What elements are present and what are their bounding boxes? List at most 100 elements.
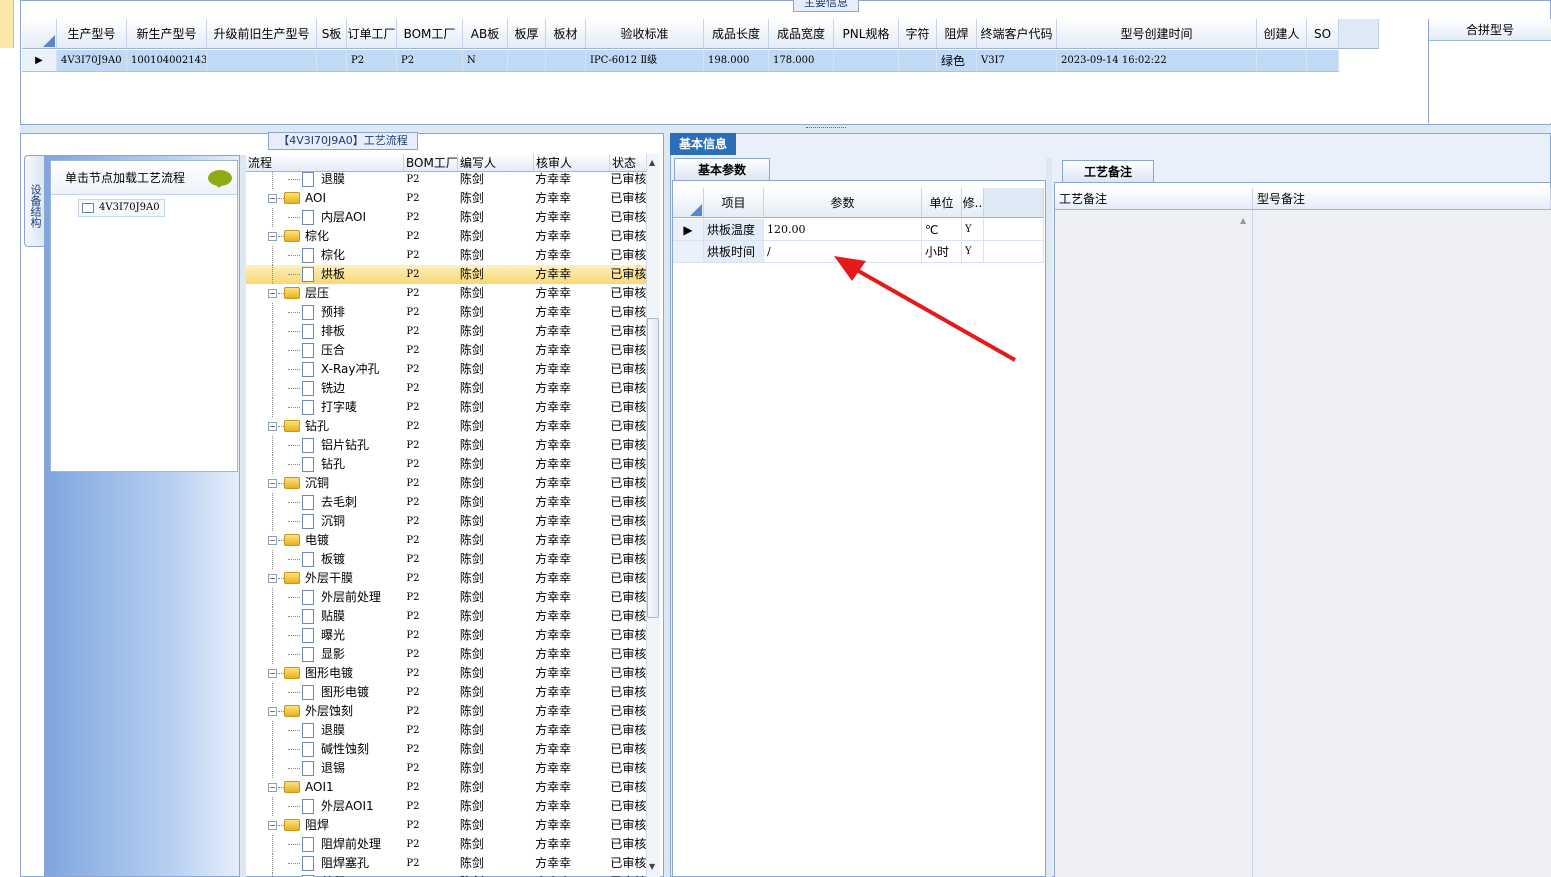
tab-process-notes[interactable]: 工艺备注 <box>1062 160 1154 182</box>
flow-row[interactable]: 退膜 P2 陈剑 方幸幸 已审核 <box>246 172 646 189</box>
column-header-15[interactable]: 终端客户代码 <box>977 19 1057 48</box>
flow-row[interactable]: 去毛刺 P2 陈剑 方幸幸 已审核 <box>246 493 646 512</box>
flow-row[interactable]: 烘板 P2 陈剑 方幸幸 已审核 <box>246 265 646 284</box>
column-header-1[interactable]: 新生产型号 <box>127 19 207 48</box>
flow-row[interactable]: − 层压 P2 陈剑 方幸幸 已审核 <box>246 284 646 303</box>
flow-row[interactable]: 板镀 P2 陈剑 方幸幸 已审核 <box>246 550 646 569</box>
flow-column-header-2[interactable]: 编写人 <box>458 154 534 171</box>
column-header-14[interactable]: 阻焊 <box>937 19 977 48</box>
flow-row[interactable]: − 电镀 P2 陈剑 方幸幸 已审核 <box>246 531 646 550</box>
flow-row[interactable]: 外层AOI1 P2 陈剑 方幸幸 已审核 <box>246 797 646 816</box>
cell-16[interactable]: 2023-09-14 16:02:22 <box>1057 50 1257 71</box>
param-column-header-3[interactable]: 修.. <box>962 188 984 217</box>
flow-row[interactable]: − 钻孔 P2 陈剑 方幸幸 已审核 <box>246 417 646 436</box>
flow-column-header-0[interactable]: 流程 <box>246 154 404 171</box>
column-header-2[interactable]: 升级前旧生产型号 <box>207 19 317 48</box>
column-header-18[interactable]: SO <box>1307 19 1339 48</box>
collapse-icon[interactable]: − <box>268 783 277 792</box>
flow-row[interactable]: 排板 P2 陈剑 方幸幸 已审核 <box>246 322 646 341</box>
cell-2[interactable] <box>207 50 317 71</box>
flow-row[interactable]: 压合 P2 陈剑 方幸幸 已审核 <box>246 341 646 360</box>
collapse-icon[interactable]: − <box>268 821 277 830</box>
collapse-icon[interactable]: − <box>268 479 277 488</box>
horizontal-splitter[interactable] <box>20 125 1551 133</box>
cell-5[interactable]: P2 <box>397 50 463 71</box>
collapse-icon[interactable]: − <box>268 669 277 678</box>
column-header-3[interactable]: S板 <box>317 19 347 48</box>
flow-row[interactable]: − 外层干膜 P2 陈剑 方幸幸 已审核 <box>246 569 646 588</box>
flow-row[interactable]: − 棕化 P2 陈剑 方幸幸 已审核 <box>246 227 646 246</box>
flow-row[interactable]: 预排 P2 陈剑 方幸幸 已审核 <box>246 303 646 322</box>
flow-row[interactable]: 打字唛 P2 陈剑 方幸幸 已审核 <box>246 398 646 417</box>
tab-device-structure[interactable]: 设备结构 <box>24 155 44 247</box>
flow-row[interactable]: 沉铜 P2 陈剑 方幸幸 已审核 <box>246 512 646 531</box>
flow-column-header-1[interactable]: BOM工厂 <box>404 154 458 171</box>
flow-row[interactable]: 阻焊前处理 P2 陈剑 方幸幸 已审核 <box>246 835 646 854</box>
notes-scroll-up-icon[interactable]: ▲ <box>1240 216 1246 225</box>
cell-17[interactable] <box>1257 50 1307 71</box>
column-header-16[interactable]: 型号创建时间 <box>1057 19 1257 48</box>
cell-0[interactable]: 4V3I70J9A0 <box>57 50 127 71</box>
cell-8[interactable] <box>546 50 586 71</box>
cell-12[interactable] <box>834 50 899 71</box>
flow-row[interactable]: 退膜 P2 陈剑 方幸幸 已审核 <box>246 721 646 740</box>
scroll-up-icon[interactable]: ▲ <box>649 158 655 167</box>
model-notes-column[interactable] <box>1253 210 1551 877</box>
column-header-4[interactable]: 订单工厂 <box>347 19 397 48</box>
column-header-11[interactable]: 成品宽度 <box>769 19 834 48</box>
cell-9[interactable]: IPC-6012 Ⅱ级 <box>586 50 704 71</box>
flow-row[interactable]: 丝印 P2陈剑方幸幸已审核 <box>246 873 646 877</box>
collapse-icon[interactable]: − <box>268 422 277 431</box>
column-header-0[interactable]: 生产型号 <box>57 19 127 48</box>
flow-row[interactable]: 贴膜 P2 陈剑 方幸幸 已审核 <box>246 607 646 626</box>
param-column-header-1[interactable]: 参数 <box>764 188 922 217</box>
flow-row[interactable]: 外层前处理 P2 陈剑 方幸幸 已审核 <box>246 588 646 607</box>
cell-10[interactable]: 198.000 <box>704 50 769 71</box>
param-column-header-0[interactable]: 项目 <box>704 188 764 217</box>
column-header-7[interactable]: 板厚 <box>508 19 546 48</box>
collapse-icon[interactable]: − <box>268 194 277 203</box>
main-grid-row-selected[interactable]: ▶4V3I70J9A010010400214355P2P2NIPC-6012 Ⅱ… <box>22 50 1339 72</box>
flow-row[interactable]: 图形电镀 P2 陈剑 方幸幸 已审核 <box>246 683 646 702</box>
flow-row[interactable]: 棕化 P2 陈剑 方幸幸 已审核 <box>246 246 646 265</box>
param-value-cell[interactable]: 120.00 <box>764 219 922 240</box>
scroll-down-icon[interactable]: ▼ <box>649 862 655 871</box>
column-header-8[interactable]: 板材 <box>546 19 586 48</box>
vertical-splitter-right[interactable] <box>1046 158 1052 877</box>
flow-row[interactable]: 铣边 P2 陈剑 方幸幸 已审核 <box>246 379 646 398</box>
column-header-13[interactable]: 字符 <box>899 19 937 48</box>
cell-13[interactable] <box>899 50 937 71</box>
column-header-10[interactable]: 成品长度 <box>704 19 769 48</box>
flow-row[interactable]: 显影 P2 陈剑 方幸幸 已审核 <box>246 645 646 664</box>
flow-row[interactable]: 阻焊塞孔 P2 陈剑 方幸幸 已审核 <box>246 854 646 873</box>
collapse-icon[interactable]: − <box>268 232 277 241</box>
cell-14[interactable]: 绿色 <box>937 50 977 71</box>
flow-row[interactable]: 曝光 P2 陈剑 方幸幸 已审核 <box>246 626 646 645</box>
collapse-icon[interactable]: − <box>268 289 277 298</box>
cell-4[interactable]: P2 <box>347 50 397 71</box>
collapse-icon[interactable]: − <box>268 707 277 716</box>
flow-row[interactable]: − 阻焊 P2 陈剑 方幸幸 已审核 <box>246 816 646 835</box>
cell-11[interactable]: 178.000 <box>769 50 834 71</box>
flow-row[interactable]: 退锡 P2 陈剑 方幸幸 已审核 <box>246 759 646 778</box>
tree-node-model[interactable]: 4V3I70J9A0 <box>78 199 165 217</box>
notes-column-header-0[interactable]: 工艺备注 <box>1055 188 1253 209</box>
flow-row[interactable]: − 沉铜 P2 陈剑 方幸幸 已审核 <box>246 474 646 493</box>
flow-row[interactable]: X-Ray冲孔 P2 陈剑 方幸幸 已审核 <box>246 360 646 379</box>
cell-6[interactable]: N <box>463 50 508 71</box>
collapse-icon[interactable]: − <box>268 574 277 583</box>
column-header-17[interactable]: 创建人 <box>1257 19 1307 48</box>
cell-3[interactable] <box>317 50 347 71</box>
flow-row[interactable]: − 图形电镀 P2 陈剑 方幸幸 已审核 <box>246 664 646 683</box>
param-column-header-2[interactable]: 单位 <box>922 188 962 217</box>
tab-basic-info[interactable]: 基本信息 <box>670 133 736 155</box>
column-header-5[interactable]: BOM工厂 <box>397 19 463 48</box>
flow-column-header-3[interactable]: 核审人 <box>534 154 610 171</box>
notes-column-header-1[interactable]: 型号备注 <box>1253 188 1551 209</box>
scrollbar-thumb[interactable] <box>647 318 659 618</box>
process-notes-column[interactable] <box>1055 210 1253 877</box>
cell-7[interactable] <box>508 50 546 71</box>
flow-row[interactable]: 碱性蚀刻 P2 陈剑 方幸幸 已审核 <box>246 740 646 759</box>
flow-row[interactable]: 铝片钻孔 P2 陈剑 方幸幸 已审核 <box>246 436 646 455</box>
flow-row[interactable]: − 外层蚀刻 P2 陈剑 方幸幸 已审核 <box>246 702 646 721</box>
